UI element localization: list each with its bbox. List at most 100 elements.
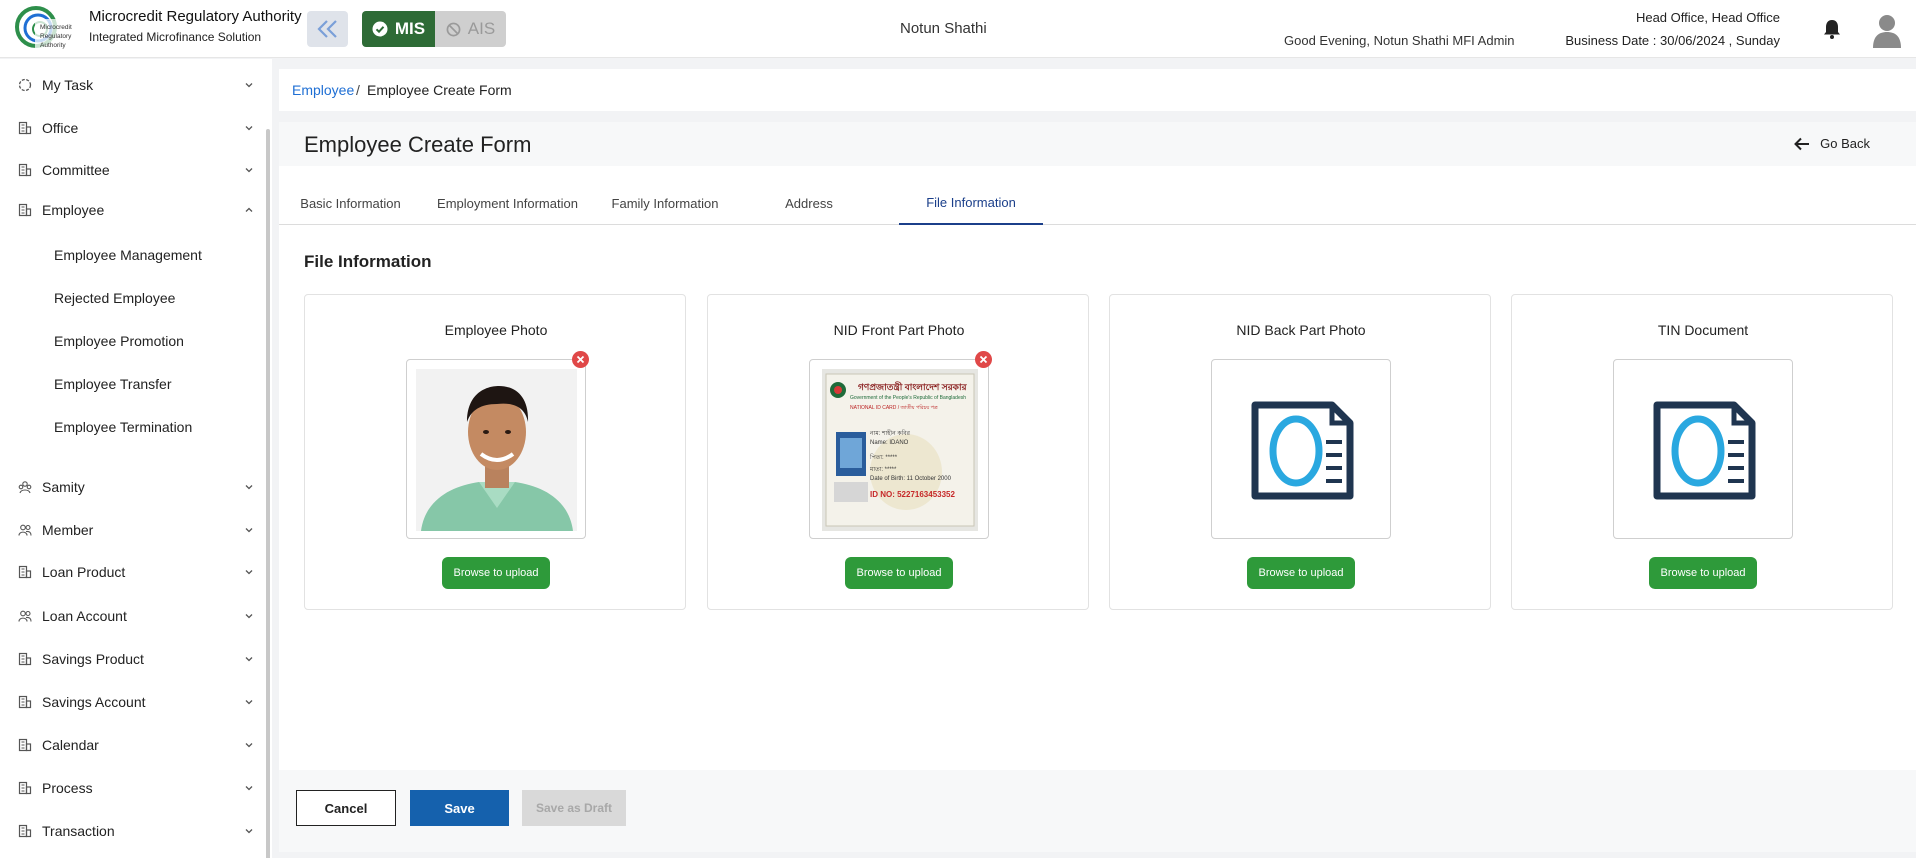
sidebar-item-employee[interactable]: Employee: [0, 194, 262, 226]
card-title: Employee Photo: [444, 322, 548, 338]
browse-upload-button[interactable]: Browse to upload: [1649, 557, 1757, 589]
sidebar-item-calendar[interactable]: Calendar: [0, 729, 262, 761]
sidebar-item-label: Process: [42, 780, 93, 796]
browse-upload-button[interactable]: Browse to upload: [442, 557, 550, 589]
tin-document-preview: [1613, 359, 1793, 539]
sidebar-subitem-employee-termination[interactable]: Employee Termination: [54, 419, 192, 435]
sidebar-item-label: Member: [42, 522, 94, 538]
sidebar-item-office[interactable]: Office: [0, 112, 262, 144]
sidebar-item-label: Calendar: [42, 737, 99, 753]
sidebar-item-samity[interactable]: Samity: [0, 471, 262, 503]
sidebar-item-label: Employee: [42, 202, 105, 218]
tab-employment-information[interactable]: Employment Information: [422, 182, 593, 225]
tab-family-information[interactable]: Family Information: [593, 182, 737, 225]
bell-icon[interactable]: [1822, 18, 1842, 40]
sidebar-item-savings-account[interactable]: Savings Account: [0, 686, 262, 718]
sidebar-subitem-rejected-employee[interactable]: Rejected Employee: [54, 290, 175, 306]
nid-id-number: ID NO: 5227163453352: [870, 490, 955, 499]
remove-file-button[interactable]: [572, 351, 589, 368]
browse-upload-button[interactable]: Browse to upload: [1247, 557, 1355, 589]
sidebar-scrollbar[interactable]: [266, 129, 270, 858]
sidebar-item-label: Office: [42, 120, 79, 136]
mra-logo: Microcredit Regulatory Authority: [15, 6, 81, 51]
sidebar-subitem-employee-transfer[interactable]: Employee Transfer: [54, 376, 172, 392]
building-icon: [18, 121, 32, 135]
sidebar-item-savings-product[interactable]: Savings Product: [0, 643, 262, 675]
nid-back-preview: [1211, 359, 1391, 539]
form-panel: Employee Create Form Go Back Basic Infor…: [279, 122, 1916, 852]
section-title: File Information: [304, 252, 432, 271]
sidebar-item-member[interactable]: Member: [0, 514, 262, 546]
office-name: Head Office, Head Office: [1635, 10, 1780, 25]
tab-basic-information[interactable]: Basic Information: [279, 182, 422, 225]
mis-ais-toggle: MIS AIS: [362, 11, 506, 47]
close-icon: [576, 355, 585, 364]
upload-card-nid-back: NID Back Part Photo Browse to upload: [1109, 294, 1491, 610]
building-icon: [18, 163, 32, 177]
sidebar-item-label: Committee: [42, 162, 110, 178]
tab-file-information[interactable]: File Information: [899, 182, 1043, 225]
nid-dob: Date of Birth: 11 October 2000: [870, 476, 951, 482]
nid-header-en: Government of the People's Republic of B…: [850, 395, 967, 401]
people-icon: [18, 524, 32, 536]
sidebar-item-committee[interactable]: Committee: [0, 154, 262, 186]
chevron-down-icon: [245, 700, 253, 705]
task-icon: [18, 78, 32, 92]
arrow-left-icon: [1794, 137, 1810, 150]
sidebar-subitem-employee-promotion[interactable]: Employee Promotion: [54, 333, 184, 349]
double-chevron-left-icon: [316, 20, 337, 38]
save-as-draft-button[interactable]: Save as Draft: [522, 790, 626, 826]
ban-icon: [446, 22, 461, 36]
nid-name-en: Name: IDANO: [870, 440, 909, 446]
chevron-down-icon: [245, 485, 253, 490]
sidebar-item-process[interactable]: Process: [0, 772, 262, 804]
save-button[interactable]: Save: [410, 790, 509, 826]
sidebar-item-label: Loan Account: [42, 608, 127, 624]
go-back-label: Go Back: [1820, 136, 1870, 151]
document-placeholder-icon: [1251, 401, 1354, 500]
svg-text:Authority: Authority: [40, 42, 66, 49]
chevron-down-icon: [245, 829, 253, 834]
go-back-button[interactable]: Go Back: [1794, 136, 1870, 151]
building-icon: [18, 652, 32, 666]
nid-father: পিতা: *****: [870, 455, 898, 461]
remove-file-button[interactable]: [975, 351, 992, 368]
chevron-down-icon: [245, 657, 253, 662]
building-icon: [18, 695, 32, 709]
sidebar-item-loan-product[interactable]: Loan Product: [0, 556, 262, 588]
building-icon: [18, 738, 32, 752]
chevron-down-icon: [245, 528, 253, 533]
collapse-sidebar-button[interactable]: [307, 11, 348, 47]
top-header: Microcredit Regulatory Authority Microcr…: [0, 0, 1916, 58]
sidebar-item-label: Samity: [42, 479, 85, 495]
user-avatar-icon[interactable]: [1872, 12, 1902, 48]
nid-card-label: NATIONAL ID CARD / জাতীয় পরিচয় পত্র: [850, 405, 938, 411]
tab-address[interactable]: Address: [737, 182, 881, 225]
cancel-button[interactable]: Cancel: [296, 790, 396, 826]
svg-text:Microcredit: Microcredit: [40, 24, 72, 31]
check-circle-icon: [372, 21, 388, 37]
card-title: NID Back Part Photo: [1236, 322, 1366, 338]
sidebar-item-label: Loan Product: [42, 564, 126, 580]
employee-photo-preview: [406, 359, 586, 539]
nid-name-bn: নাম: শাহীন কবির: [870, 431, 910, 437]
card-title: TIN Document: [1657, 322, 1749, 338]
chevron-down-icon: [245, 126, 253, 131]
group-icon: [18, 481, 32, 494]
sidebar-subitem-employee-management[interactable]: Employee Management: [54, 247, 202, 263]
building-icon: [18, 203, 32, 217]
ais-toggle-button[interactable]: AIS: [435, 11, 506, 47]
breadcrumb-link-employee[interactable]: Employee: [292, 82, 354, 98]
building-icon: [18, 565, 32, 579]
sidebar-item-transaction[interactable]: Transaction: [0, 815, 262, 847]
sidebar-item-loan-account[interactable]: Loan Account: [0, 600, 262, 632]
sidebar-item-label: Savings Account: [42, 694, 146, 710]
mis-toggle-button[interactable]: MIS: [362, 11, 435, 47]
org-subtitle: Integrated Microfinance Solution: [89, 30, 262, 44]
browse-upload-button[interactable]: Browse to upload: [845, 557, 953, 589]
chevron-down-icon: [245, 786, 253, 791]
chevron-up-icon: [245, 207, 253, 212]
nid-mother: মাতা: *****: [870, 467, 897, 473]
close-icon: [979, 355, 988, 364]
sidebar-item-my-task[interactable]: My Task: [0, 69, 262, 101]
